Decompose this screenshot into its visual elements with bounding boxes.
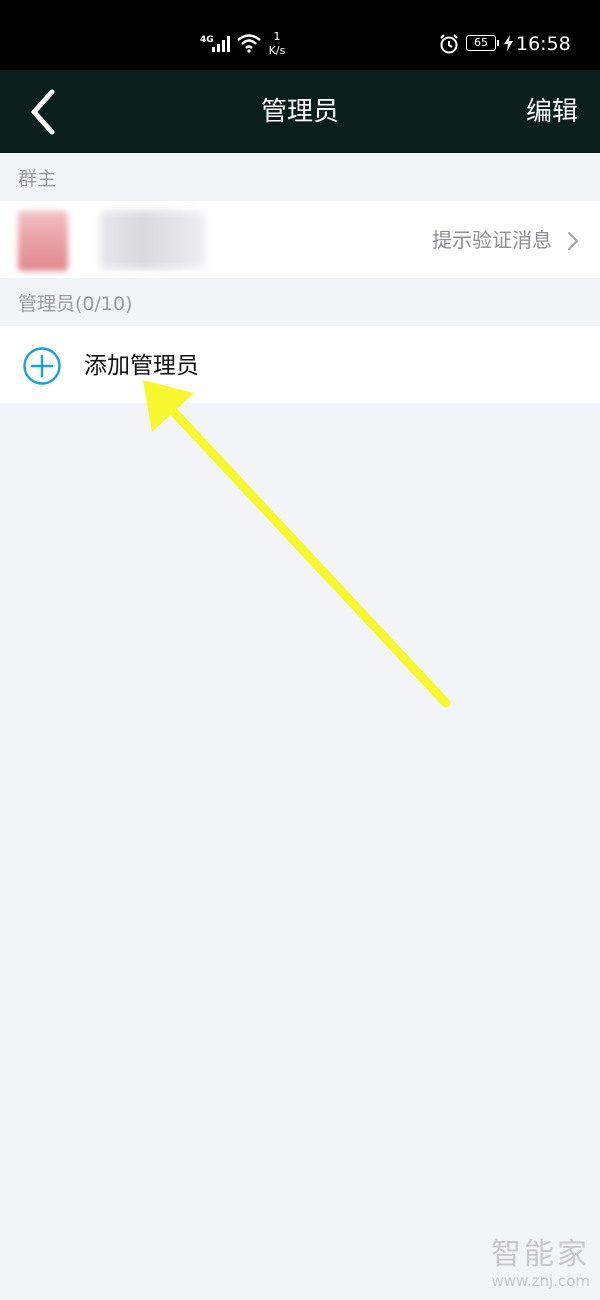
wifi-icon	[237, 34, 261, 53]
verify-message-hint: 提示验证消息	[432, 228, 552, 252]
chevron-right-icon	[567, 231, 579, 251]
avatar	[18, 211, 68, 271]
network-speed: 1 K/s	[266, 30, 288, 58]
status-bar: 4G 1 K/s 65 16:58	[0, 0, 600, 70]
owner-row[interactable]: 提示验证消息	[0, 201, 600, 278]
owner-name-blurred	[100, 211, 206, 269]
page-title: 管理员	[260, 97, 339, 127]
watermark-url: www.znj.com	[491, 1272, 590, 1290]
watermark: 智能家 www.znj.com	[491, 1237, 590, 1291]
nav-bar: 管理员 编辑	[0, 70, 600, 153]
add-admin-label[interactable]: 添加管理员	[84, 347, 199, 385]
watermark-brand: 智能家	[491, 1237, 590, 1272]
battery-indicator: 65	[466, 35, 496, 51]
battery-tip	[497, 40, 499, 46]
speed-unit: K/s	[268, 44, 286, 57]
back-button[interactable]	[22, 88, 66, 136]
speed-value: 1	[273, 30, 281, 43]
alarm-clock-icon	[440, 34, 458, 54]
plus-circle-icon	[23, 347, 61, 385]
owner-section-header: 群主	[0, 153, 600, 201]
edit-button[interactable]: 编辑	[526, 92, 578, 132]
admin-section-header: 管理员(0/10)	[0, 278, 600, 326]
charging-icon	[504, 35, 513, 51]
clock: 16:58	[516, 33, 571, 55]
chevron-left-icon	[31, 89, 55, 135]
signal-icon	[212, 36, 230, 52]
